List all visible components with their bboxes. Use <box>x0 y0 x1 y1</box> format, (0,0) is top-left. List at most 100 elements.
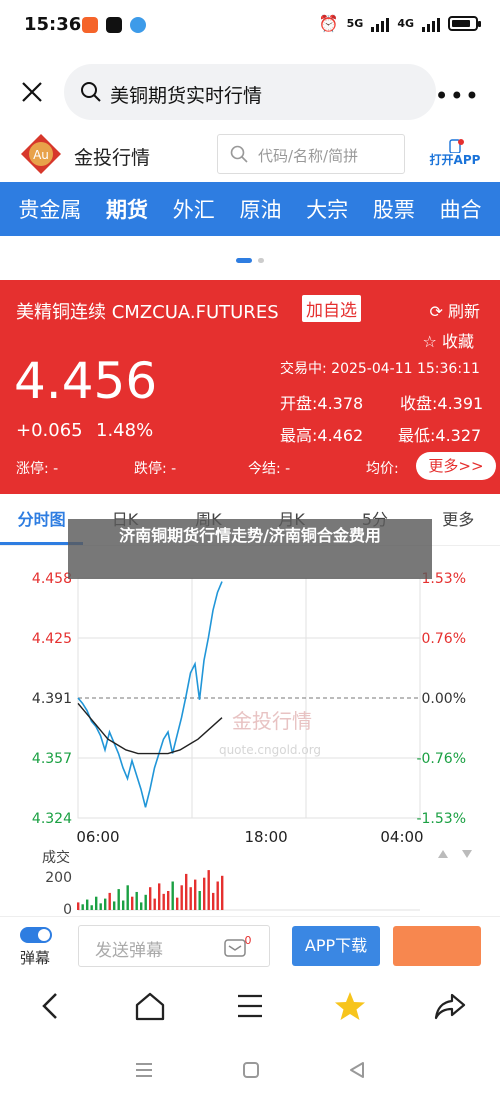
limit-up: 涨停: - <box>16 461 59 477</box>
battery-icon <box>448 16 481 31</box>
favorite-button[interactable]: ☆ 收藏 <box>423 328 474 352</box>
y-right-tick: 0.00% <box>422 691 466 707</box>
volume-bar <box>176 897 179 910</box>
app-download-button[interactable]: APP下载 <box>292 926 380 966</box>
carousel-dots <box>0 258 500 263</box>
average-price: 均价: <box>366 461 399 477</box>
more-details-button[interactable]: 更多>> <box>416 452 496 480</box>
app-icon <box>106 17 122 33</box>
low-price: 最低:4.327 <box>398 426 482 445</box>
volume-bar <box>104 898 107 910</box>
browser-search-field[interactable]: 美铜期货实时行情 <box>64 64 436 120</box>
carousel-dot-active[interactable] <box>236 258 252 263</box>
chart-svg: 4.4584.4254.3914.3574.3241.53%0.76%0.00%… <box>32 571 472 916</box>
send-danmu-input[interactable]: 发送弹幕 0 <box>78 925 270 967</box>
volume-bar <box>135 891 138 910</box>
send-danmu-placeholder: 发送弹幕 <box>95 941 163 961</box>
site-header: Au 金投行情 代码/名称/简拼 打开APP <box>0 128 500 182</box>
nav-item-stocks[interactable]: 股票 <box>373 194 415 224</box>
nav-item-forex[interactable]: 外汇 <box>173 194 215 224</box>
volume-bar <box>122 900 125 910</box>
carousel-dot[interactable] <box>258 258 264 263</box>
volume-bar <box>113 901 116 910</box>
brand-name[interactable]: 金投行情 <box>74 143 150 170</box>
scroll-up-icon <box>438 850 448 858</box>
signal-icon-2 <box>422 16 440 32</box>
taobao-icon <box>82 17 98 33</box>
status-bar: 15:36 ⏰ 5G 4G <box>0 0 500 54</box>
search-icon <box>230 145 248 163</box>
y-right-tick: -0.76% <box>416 751 466 767</box>
volume-tick: 0 <box>63 902 72 916</box>
x-tick: 04:00 <box>380 828 423 846</box>
home-nav-icon[interactable] <box>242 1061 260 1083</box>
star-outline-icon: ☆ <box>422 332 442 351</box>
open-app-button[interactable]: 打开APP <box>428 138 482 174</box>
volume-bar <box>216 881 219 910</box>
search-icon <box>81 82 101 102</box>
volume-bar <box>117 889 120 910</box>
volume-bar <box>167 891 170 910</box>
volume-bar <box>99 903 102 910</box>
close-price: 收盘:4.391 <box>400 394 484 413</box>
screen: 15:36 ⏰ 5G 4G 美铜期货实时行情 ••• Au 金投行情 代码/名称… <box>0 0 500 1100</box>
action-button[interactable] <box>393 926 481 966</box>
intraday-chart[interactable]: 4.458 4.425 4.391 4.357 4.324 1.53% 0.76% 0.00%… <box>0 546 500 916</box>
menu-icon[interactable] <box>230 986 270 1026</box>
message-icon[interactable]: 0 <box>223 934 253 960</box>
nav-item-crude-oil[interactable]: 原油 <box>239 194 281 224</box>
volume-bar <box>77 902 80 910</box>
quote-title: 美精铜连续 CMZCUA.FUTURES <box>16 302 279 323</box>
settlement: 今结: - <box>248 461 291 477</box>
scroll-down-icon <box>462 850 472 858</box>
volume-bar <box>126 885 129 910</box>
price-change: +0.065 <box>16 420 83 441</box>
nav-item-futures[interactable]: 期货 <box>106 194 148 224</box>
y-left-tick: 4.391 <box>32 691 72 707</box>
back-nav-icon[interactable] <box>348 1061 366 1083</box>
volume-bar <box>86 899 89 910</box>
browser-toolbar <box>0 976 500 1036</box>
volume-bar <box>198 891 201 910</box>
refresh-label: 刷新 <box>447 302 480 321</box>
nav-item-commodities[interactable]: 大宗 <box>306 194 348 224</box>
close-icon[interactable] <box>20 80 44 104</box>
comment-bar: 弹幕 发送弹幕 0 APP下载 <box>0 916 500 976</box>
x-tick: 06:00 <box>76 828 119 846</box>
volume-bar <box>221 875 224 910</box>
price-line <box>77 581 223 808</box>
y-left-tick: 4.458 <box>32 571 72 587</box>
home-icon[interactable] <box>130 986 170 1026</box>
nav-item-more[interactable]: 曲合 <box>440 194 482 224</box>
y-right-tick: 0.76% <box>422 631 466 647</box>
overlay-caption: 济南铜期货行情走势/济南铜合金费用 <box>68 519 432 579</box>
share-icon[interactable] <box>430 986 470 1026</box>
site-search-input[interactable]: 代码/名称/简拼 <box>217 134 405 174</box>
logo-icon[interactable]: Au <box>20 133 62 175</box>
signal-icon <box>371 16 390 32</box>
danmu-toggle[interactable] <box>20 927 52 943</box>
y-left-tick: 4.357 <box>32 751 72 767</box>
refresh-icon: ⟳ <box>429 302 448 321</box>
open-price: 开盘:4.378 <box>280 394 364 413</box>
refresh-button[interactable]: ⟳ 刷新 <box>429 298 480 322</box>
star-icon[interactable] <box>330 986 370 1026</box>
search-query: 美铜期货实时行情 <box>110 85 263 107</box>
alarm-icon: ⏰ <box>318 14 339 33</box>
volume-bar <box>81 904 84 910</box>
high-price: 最高:4.462 <box>280 426 364 445</box>
volume-bar <box>144 894 147 910</box>
back-icon[interactable] <box>30 986 70 1026</box>
recents-icon[interactable] <box>134 1062 154 1082</box>
volume-bar <box>108 892 111 910</box>
status-indicators: ⏰ 5G 4G <box>318 14 481 33</box>
y-right-tick: -1.53% <box>416 811 466 827</box>
volume-bar <box>185 873 188 910</box>
site-search-placeholder: 代码/名称/简拼 <box>258 147 359 165</box>
add-watchlist-button[interactable]: 加自选 <box>302 295 361 322</box>
nav-item-precious-metals[interactable]: 贵金属 <box>18 194 81 224</box>
volume-bar <box>95 896 98 910</box>
more-options-icon[interactable]: ••• <box>435 82 480 110</box>
volume-bar <box>90 905 93 910</box>
watermark-url: quote.cngold.org <box>219 743 321 757</box>
